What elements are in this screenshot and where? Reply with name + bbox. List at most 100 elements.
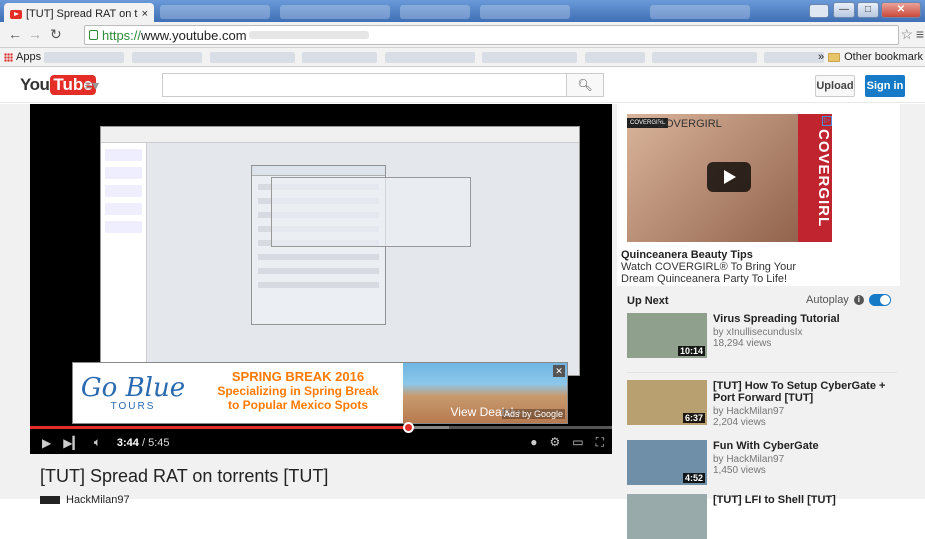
- autoplay-toggle[interactable]: [868, 294, 891, 306]
- bookmark-item[interactable]: [764, 52, 824, 63]
- info-icon[interactable]: ●: [530, 435, 537, 450]
- search-input[interactable]: [162, 73, 566, 97]
- tab-close-icon[interactable]: ×: [142, 8, 148, 20]
- fullscreen-icon[interactable]: ⛶: [596, 435, 604, 450]
- upload-button[interactable]: Upload: [815, 75, 855, 97]
- bookmark-star-icon[interactable]: ☆: [900, 26, 913, 43]
- play-icon[interactable]: ▶: [42, 436, 51, 450]
- reload-icon[interactable]: ↻: [50, 26, 62, 43]
- related-video-channel[interactable]: by xInullisecundusIx: [713, 327, 840, 338]
- video-player[interactable]: Go Blue TOURS SPRING BREAK 2016 Speciali…: [30, 104, 612, 454]
- ad-photo: View Deals! › Ads by Google ✕: [403, 363, 567, 423]
- channel-avatar[interactable]: [40, 496, 60, 504]
- play-button-icon[interactable]: [707, 162, 751, 192]
- player-right-controls: ● ⚙ ▭ ⛶: [530, 435, 604, 450]
- apps-shortcut[interactable]: Apps: [4, 51, 41, 63]
- bookmark-item[interactable]: [44, 52, 124, 63]
- search-button[interactable]: 🔍︎: [566, 73, 604, 97]
- bookmark-item[interactable]: [585, 52, 645, 63]
- browser-tab-blurred[interactable]: [650, 5, 750, 19]
- video-title: [TUT] Spread RAT on torrents [TUT]: [40, 466, 329, 486]
- channel-row: HackMilan97: [40, 494, 130, 506]
- logo-you-text: You: [20, 75, 50, 94]
- url-path-redacted: [248, 31, 369, 39]
- url-scheme: https://: [102, 27, 142, 43]
- related-video-channel[interactable]: by HackMilan97: [713, 454, 819, 465]
- autoplay-control: Autoplay i: [806, 294, 891, 306]
- address-bar-row: ← → ↻ https:// www.youtube.com ☆ ≡: [0, 22, 925, 48]
- video-app-sidebar: [101, 143, 147, 375]
- browser-profile-button[interactable]: [809, 4, 829, 18]
- autoplay-label: Autoplay: [806, 294, 849, 306]
- related-video-meta: Virus Spreading Tutorial by xInullisecund…: [713, 313, 840, 358]
- url-host: www.youtube.com: [141, 27, 247, 43]
- progress-bar[interactable]: [30, 422, 612, 433]
- ad-line-1: SPRING BREAK 2016: [231, 369, 365, 384]
- browser-menu-icon[interactable]: ≡: [916, 26, 924, 42]
- related-video-thumbnail[interactable]: [627, 494, 707, 539]
- bookmark-item[interactable]: [652, 52, 757, 63]
- bookmarks-overflow-icon[interactable]: »: [818, 51, 824, 63]
- maximize-button[interactable]: □: [857, 2, 879, 18]
- autoplay-info-icon[interactable]: i: [853, 295, 864, 305]
- related-video-item[interactable]: [TUT] LFI to Shell [TUT]: [627, 494, 907, 539]
- related-video-meta: [TUT] How To Setup CyberGate + Port Forw…: [713, 380, 907, 428]
- time-display: 3:44 / 5:45: [117, 437, 170, 449]
- related-video-title[interactable]: Virus Spreading Tutorial: [713, 313, 840, 325]
- related-video-title[interactable]: [TUT] How To Setup CyberGate + Port Forw…: [713, 380, 907, 404]
- ad-line-3: to Popular Mexico Spots: [227, 398, 368, 412]
- bookmarks-bar: Apps » Other bookmark: [0, 48, 925, 67]
- related-video-title[interactable]: [TUT] LFI to Shell [TUT]: [713, 494, 836, 506]
- overlay-ad-banner[interactable]: Go Blue TOURS SPRING BREAK 2016 Speciali…: [72, 362, 568, 424]
- browser-tab-blurred[interactable]: [480, 5, 570, 19]
- settings-gear-icon[interactable]: ⚙: [549, 435, 560, 450]
- player-controls: ▶ ▶▎ 🔈︎ 3:44 / 5:45 ● ⚙ ▭ ⛶: [30, 431, 612, 454]
- time-current: 3:44: [116, 436, 139, 449]
- window-controls: — □ ✕: [833, 2, 921, 18]
- related-video-views: 2,204 views: [713, 417, 766, 428]
- browser-tab-blurred[interactable]: [160, 5, 270, 19]
- up-next-divider: [627, 372, 897, 373]
- sidebar-ad-card[interactable]: COVERGIRL COVERGIRL COVERGIRL ▷ Quincean…: [617, 104, 900, 286]
- bookmark-item[interactable]: [132, 52, 202, 63]
- adchoices-icon[interactable]: ▷: [822, 116, 832, 126]
- theater-mode-icon[interactable]: ▭: [572, 435, 583, 450]
- browser-tab-blurred[interactable]: [400, 5, 470, 19]
- next-icon[interactable]: ▶▎: [63, 436, 81, 450]
- volume-icon[interactable]: 🔈︎: [94, 435, 101, 450]
- bookmark-item[interactable]: [385, 52, 475, 63]
- related-video-views: 18,294 views: [713, 338, 772, 349]
- video-duration: 10:14: [677, 346, 705, 356]
- bookmark-item[interactable]: [210, 52, 295, 63]
- ad-close-icon[interactable]: ✕: [553, 365, 565, 377]
- browser-tab-active[interactable]: [TUT] Spread RAT on torre ×: [4, 3, 154, 22]
- bookmark-item[interactable]: [482, 52, 577, 63]
- video-app-toolbar: [101, 127, 579, 143]
- url-omnibox[interactable]: https:// www.youtube.com: [84, 25, 899, 45]
- related-video-channel[interactable]: by HackMilan97: [713, 406, 907, 417]
- other-bookmarks[interactable]: » Other bookmark: [818, 51, 923, 63]
- close-window-button[interactable]: ✕: [881, 2, 921, 18]
- video-duration: 4:52: [682, 473, 705, 483]
- channel-name[interactable]: HackMilan97: [66, 494, 130, 506]
- minimize-button[interactable]: —: [833, 2, 855, 18]
- sign-in-button[interactable]: Sign in: [865, 75, 905, 97]
- forward-arrow-icon[interactable]: →: [28, 26, 42, 42]
- ad-video-thumbnail[interactable]: COVERGIRL COVERGIRL: [627, 114, 832, 242]
- bookmark-item[interactable]: [302, 52, 377, 63]
- ad-description: Watch COVERGIRL® To Bring Your Dream Qui…: [621, 261, 797, 285]
- time-total: / 5:45: [142, 436, 170, 449]
- related-video-item[interactable]: 4:52 Fun With CyberGate by HackMilan97 1,45…: [627, 440, 907, 485]
- related-video-title[interactable]: Fun With CyberGate: [713, 440, 819, 452]
- ads-by-google[interactable]: Ads by Google: [501, 409, 565, 419]
- related-video-thumbnail[interactable]: 10:14: [627, 313, 707, 358]
- related-video-item[interactable]: 6:37 [TUT] How To Setup CyberGate + Port …: [627, 380, 907, 428]
- back-arrow-icon[interactable]: ←: [8, 26, 22, 42]
- guide-menu-icon[interactable]: ≡▾: [84, 77, 99, 94]
- ad-title[interactable]: Quinceanera Beauty Tips: [621, 249, 753, 261]
- related-video-thumbnail[interactable]: 6:37: [627, 380, 707, 425]
- related-video-thumbnail[interactable]: 4:52: [627, 440, 707, 485]
- ad-text: SPRING BREAK 2016 Specializing in Spring…: [193, 363, 403, 423]
- related-video-item[interactable]: 10:14 Virus Spreading Tutorial by xInullis…: [627, 313, 907, 358]
- browser-tab-blurred[interactable]: [280, 5, 390, 19]
